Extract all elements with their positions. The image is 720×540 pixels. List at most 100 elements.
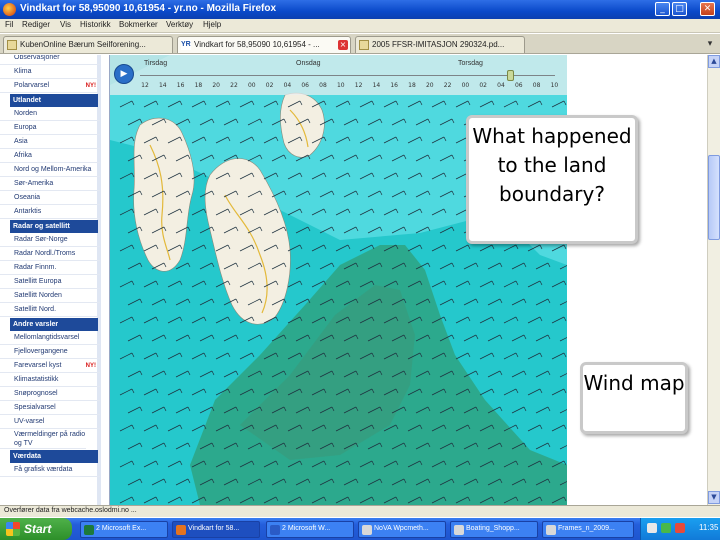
sidebar-item[interactable]: Nord og Mellom-Amerika: [0, 163, 100, 177]
tab-list-icon[interactable]: ▾: [704, 38, 716, 50]
callout-land-boundary-text: What happened to the land boundary?: [472, 124, 632, 206]
timeline-slider-handle[interactable]: [507, 70, 514, 81]
sidebar-item[interactable]: Sør-Amerika: [0, 177, 100, 191]
sidebar-item-label: Fjellovergangene: [14, 348, 68, 355]
minimize-button[interactable]: _: [655, 2, 670, 16]
sidebar-section-heading: Utlandet: [10, 94, 98, 107]
taskbar-item-firefox[interactable]: Vindkart for 58...: [172, 521, 260, 538]
firefox-icon: [3, 3, 16, 16]
taskbar-item-frames[interactable]: Frames_n_2009...: [542, 521, 634, 538]
sidebar-item[interactable]: Værmeldinger på radio og TV: [0, 429, 86, 449]
tab-ffsr-pdf[interactable]: 2005 FFSR-IMITASJON 290324.pd...: [355, 36, 525, 53]
timeline-hour-label: 00: [247, 82, 256, 89]
timeline-hour-label: 20: [212, 82, 220, 89]
sidebar-item[interactable]: Snøprognosel: [0, 387, 100, 401]
sidebar-item-label: Klimastatistikk: [14, 376, 59, 383]
sidebar-item[interactable]: Mellomlangtidsvarsel: [0, 331, 100, 345]
vertical-scrollbar[interactable]: ▲ ▼: [707, 55, 720, 505]
timeline-hour-label: 22: [230, 82, 238, 89]
menu-edit[interactable]: Rediger: [22, 20, 50, 29]
timeline-day-wednesday: Onsdag: [296, 60, 321, 67]
scroll-up-icon[interactable]: ▲: [708, 55, 720, 68]
sidebar-item[interactable]: Satellitt Nord.: [0, 303, 100, 317]
yr-icon: YR: [181, 40, 191, 50]
sidebar-item[interactable]: Satellitt Europa: [0, 275, 100, 289]
timeline-hour-label: 02: [479, 82, 487, 89]
sidebar-item[interactable]: Norden: [0, 107, 100, 121]
forecast-timeline[interactable]: ▶ Tirsdag Onsdag Torsdag 12 14 16 18 20 22 00 0…: [110, 55, 567, 95]
timeline-track[interactable]: [140, 75, 555, 76]
start-label: Start: [24, 522, 52, 536]
sidebar-item[interactable]: Klima: [0, 65, 100, 79]
taskbar-item-boating[interactable]: Boating_Shopp...: [450, 521, 538, 538]
start-button[interactable]: Start: [0, 518, 72, 540]
callout-wind-map: Wind map: [580, 362, 688, 434]
sidebar-item[interactable]: Fjellovergangene: [0, 345, 100, 359]
word-icon: [270, 525, 280, 535]
sidebar-item-label: Polarvarsel: [14, 82, 50, 89]
sidebar-item-label: Værmeldinger på radio og TV: [14, 431, 86, 447]
taskbar-item-label: Frames_n_2009...: [558, 525, 615, 532]
security-icon[interactable]: [661, 523, 671, 533]
sidebar-item-label: Europa: [14, 124, 37, 131]
system-clock: 11:35: [699, 523, 719, 532]
timeline-hour-label: 00: [461, 82, 470, 89]
play-button[interactable]: ▶: [114, 64, 134, 84]
windows-taskbar: Start 2 Microsoft Ex... Vindkart for 58.…: [0, 518, 720, 540]
tab-vindkart[interactable]: YR Vindkart for 58,95090 10,61954 - ... …: [177, 36, 351, 53]
sidebar-item[interactable]: Farevarsel kyst NY!: [0, 359, 100, 373]
close-tab-icon[interactable]: ×: [338, 40, 348, 50]
sidebar-item[interactable]: Observasjoner: [0, 55, 100, 65]
excel-icon: [84, 525, 94, 535]
taskbar-item-label: Vindkart for 58...: [188, 525, 240, 532]
sidebar-item[interactable]: Europa: [0, 121, 100, 135]
taskbar-item-nova[interactable]: NoVA Wpcmeth...: [358, 521, 446, 538]
sidebar-item-label: Afrika: [14, 152, 32, 159]
scroll-down-icon[interactable]: ▼: [708, 491, 720, 504]
sidebar-item[interactable]: Satellitt Norden: [0, 289, 100, 303]
sidebar-item-label: Utlandet: [13, 97, 41, 104]
taskbar-item-label: 2 Microsoft W...: [282, 525, 331, 532]
sidebar-item[interactable]: Asia: [0, 135, 100, 149]
tab-kubenonline[interactable]: KubenOnline Bærum Seilforening...: [3, 36, 173, 53]
taskbar-item-excel[interactable]: 2 Microsoft Ex...: [80, 521, 168, 538]
timeline-hour-label: 16: [176, 82, 185, 89]
sidebar-item-label: Satellitt Nord.: [14, 306, 57, 313]
taskbar-item-word[interactable]: 2 Microsoft W...: [266, 521, 354, 538]
timeline-hour-label: 08: [532, 82, 541, 89]
sidebar-item[interactable]: Radar Nordl./Troms: [0, 247, 100, 261]
sidebar-item-label: Radar Finnm.: [14, 264, 57, 271]
sidebar-item-label: Nord og Mellom-Amerika: [14, 166, 92, 173]
menu-tools[interactable]: Verktøy: [166, 20, 193, 29]
sidebar-item[interactable]: Spesialvarsel: [0, 401, 100, 415]
sidebar-item[interactable]: Få grafisk værdata: [0, 463, 100, 477]
sidebar-section-heading: Værdata: [10, 450, 98, 463]
sidebar-item[interactable]: Radar Finnm.: [0, 261, 100, 275]
sidebar-item[interactable]: UV-varsel: [0, 415, 100, 429]
sidebar-item[interactable]: Antarktis: [0, 205, 100, 219]
sidebar-item-label: Radar Sør-Norge: [14, 236, 68, 243]
menu-help[interactable]: Hjelp: [203, 20, 221, 29]
sidebar-item[interactable]: Oseania: [0, 191, 100, 205]
sidebar-item-label: Norden: [14, 110, 37, 117]
sidebar-item-label: Observasjoner: [14, 55, 60, 61]
sidebar-item[interactable]: Polarvarsel NY!: [0, 79, 100, 93]
network-icon[interactable]: [647, 523, 657, 533]
menu-history[interactable]: Historikk: [80, 20, 111, 29]
scrollbar-thumb[interactable]: [708, 155, 720, 240]
timeline-hour-label: 12: [141, 82, 149, 89]
close-window-button[interactable]: ✕: [700, 2, 715, 16]
maximize-button[interactable]: □: [672, 2, 687, 16]
sidebar-item[interactable]: Radar Sør-Norge: [0, 233, 100, 247]
sidebar-item[interactable]: Afrika: [0, 149, 100, 163]
sidebar-item[interactable]: Klimastatistikk: [0, 373, 100, 387]
windows-logo-icon: [6, 522, 20, 536]
window-title-bar[interactable]: Vindkart for 58,95090 10,61954 - yr.no -…: [0, 0, 720, 19]
menu-view[interactable]: Vis: [60, 20, 71, 29]
menu-file[interactable]: Fil: [5, 20, 13, 29]
system-tray: 11:35: [640, 518, 720, 540]
alert-icon[interactable]: [675, 523, 685, 533]
callout-wind-map-text: Wind map: [583, 371, 685, 395]
menu-bookmarks[interactable]: Bokmerker: [119, 20, 158, 29]
timeline-hour-label: 06: [301, 82, 309, 89]
